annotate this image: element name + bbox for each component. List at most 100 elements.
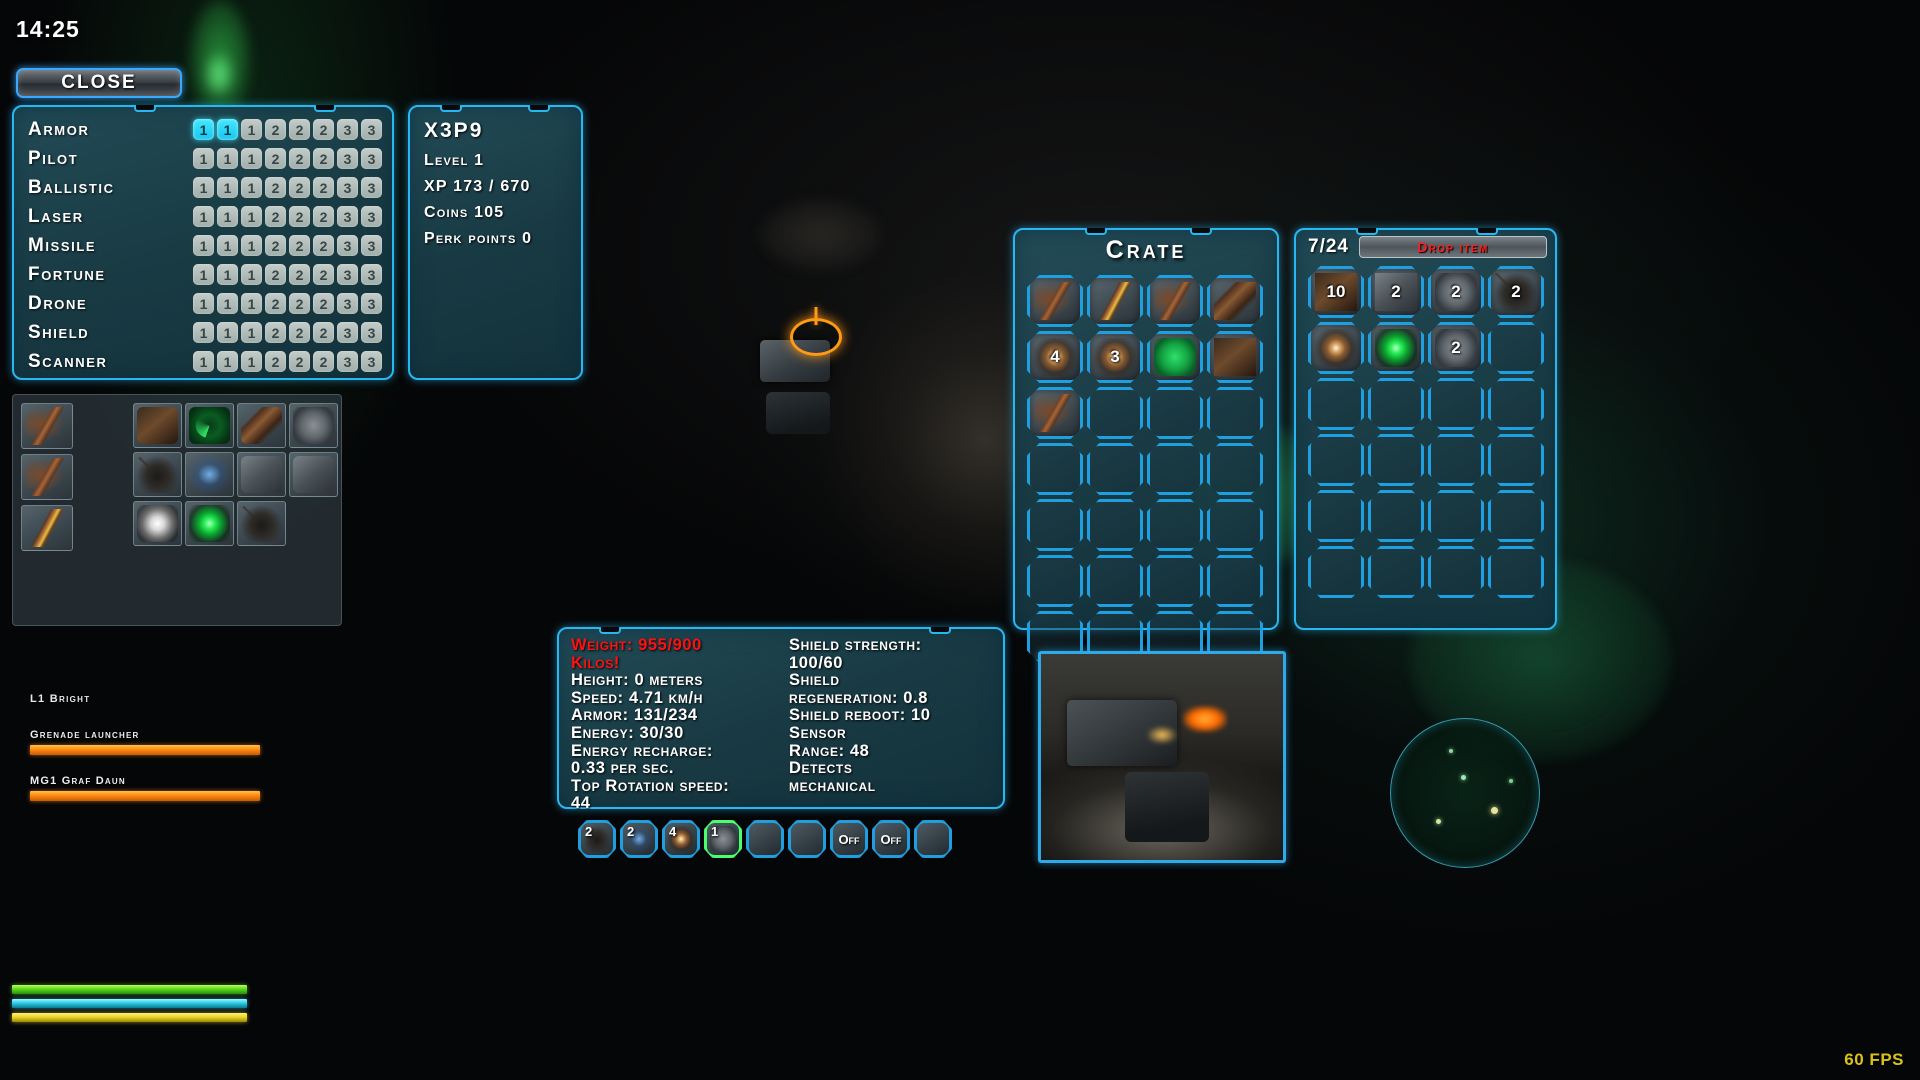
equipment-module-slot[interactable] [185, 403, 234, 448]
perk-cell[interactable]: 1 [217, 177, 238, 198]
perk-cell[interactable]: 3 [337, 206, 358, 227]
inventory-item-slot[interactable] [1488, 434, 1544, 486]
inventory-item-slot[interactable] [1488, 546, 1544, 598]
crate-item-slot[interactable] [1027, 275, 1083, 327]
perk-cell[interactable]: 1 [217, 119, 238, 140]
inventory-item-slot[interactable] [1368, 322, 1424, 374]
perk-cell[interactable]: 1 [217, 235, 238, 256]
inventory-item-slot[interactable]: 2 [1368, 266, 1424, 318]
equipment-module-slot[interactable] [133, 452, 182, 497]
perk-cell[interactable]: 1 [193, 322, 214, 343]
perk-cell[interactable]: 1 [241, 235, 262, 256]
perk-cell[interactable]: 2 [289, 235, 310, 256]
perk-cell[interactable]: 2 [265, 119, 286, 140]
perk-cell[interactable]: 2 [313, 177, 334, 198]
inventory-item-slot[interactable]: 2 [1488, 266, 1544, 318]
perk-cell[interactable]: 2 [265, 177, 286, 198]
perk-cell[interactable]: 2 [289, 119, 310, 140]
perk-cell[interactable]: 1 [217, 351, 238, 372]
perk-cell[interactable]: 1 [193, 177, 214, 198]
perk-cell[interactable]: 3 [361, 235, 382, 256]
crate-item-slot[interactable] [1027, 387, 1083, 439]
perk-cell[interactable]: 1 [193, 206, 214, 227]
inventory-item-slot[interactable] [1488, 378, 1544, 430]
perk-cell[interactable]: 1 [193, 293, 214, 314]
perk-cell[interactable]: 2 [313, 148, 334, 169]
inventory-item-slot[interactable] [1428, 490, 1484, 542]
equipment-module-slot[interactable] [289, 452, 338, 497]
inventory-item-slot[interactable]: 10 [1308, 266, 1364, 318]
perk-cell[interactable]: 3 [361, 148, 382, 169]
perk-cell[interactable]: 1 [241, 264, 262, 285]
perk-cell[interactable]: 2 [313, 264, 334, 285]
perk-cell[interactable]: 3 [361, 177, 382, 198]
hotbar-slot[interactable] [914, 820, 952, 858]
perk-cell[interactable]: 1 [193, 148, 214, 169]
inventory-item-slot[interactable] [1428, 434, 1484, 486]
equipment-weapon-slot[interactable] [21, 403, 73, 449]
perk-cell[interactable]: 3 [337, 119, 358, 140]
inventory-item-slot[interactable] [1488, 322, 1544, 374]
crate-item-slot[interactable] [1147, 499, 1203, 551]
crate-item-slot[interactable] [1147, 275, 1203, 327]
crate-item-slot[interactable] [1207, 443, 1263, 495]
perk-cell[interactable]: 2 [313, 206, 334, 227]
perk-cell[interactable]: 2 [265, 264, 286, 285]
perk-cell[interactable]: 3 [337, 322, 358, 343]
hotbar-slot[interactable]: 4 [662, 820, 700, 858]
equipment-module-slot[interactable] [185, 452, 234, 497]
perk-cell[interactable]: 1 [193, 351, 214, 372]
perk-cell[interactable]: 1 [241, 293, 262, 314]
equipment-module-slot[interactable] [237, 501, 286, 546]
perk-cell[interactable]: 1 [241, 351, 262, 372]
perk-cell[interactable]: 3 [337, 264, 358, 285]
perk-cell[interactable]: 3 [337, 293, 358, 314]
crate-item-slot[interactable] [1087, 443, 1143, 495]
crate-item-slot[interactable] [1087, 555, 1143, 607]
perk-cell[interactable]: 2 [313, 351, 334, 372]
perk-cell[interactable]: 3 [337, 235, 358, 256]
equipment-module-slot[interactable] [289, 403, 338, 448]
inventory-item-slot[interactable]: 2 [1428, 322, 1484, 374]
equipment-module-slot[interactable] [237, 452, 286, 497]
perk-cell[interactable]: 3 [361, 119, 382, 140]
perk-cell[interactable]: 1 [193, 264, 214, 285]
crate-item-slot[interactable] [1207, 331, 1263, 383]
inventory-item-slot[interactable] [1308, 322, 1364, 374]
perk-cell[interactable]: 3 [337, 351, 358, 372]
perk-cell[interactable]: 2 [265, 351, 286, 372]
hotbar-slot[interactable] [788, 820, 826, 858]
perk-cell[interactable]: 1 [241, 148, 262, 169]
inventory-item-slot[interactable] [1308, 434, 1364, 486]
inventory-item-slot[interactable] [1308, 378, 1364, 430]
perk-cell[interactable]: 1 [241, 119, 262, 140]
crate-item-slot[interactable] [1147, 331, 1203, 383]
crate-item-slot[interactable] [1087, 499, 1143, 551]
close-button[interactable]: Close [16, 68, 182, 98]
hotbar-slot[interactable] [746, 820, 784, 858]
perk-cell[interactable]: 3 [337, 148, 358, 169]
crate-item-slot[interactable] [1207, 275, 1263, 327]
crate-item-slot[interactable] [1147, 555, 1203, 607]
hotbar-slot[interactable]: Off [872, 820, 910, 858]
perk-cell[interactable]: 2 [265, 235, 286, 256]
perk-cell[interactable]: 1 [217, 264, 238, 285]
crate-item-slot[interactable] [1027, 443, 1083, 495]
equipment-weapon-slot[interactable] [21, 505, 73, 551]
perk-cell[interactable]: 2 [265, 293, 286, 314]
perk-cell[interactable]: 1 [241, 206, 262, 227]
inventory-item-slot[interactable] [1428, 546, 1484, 598]
equipment-module-slot[interactable] [133, 403, 182, 448]
perk-cell[interactable]: 1 [193, 119, 214, 140]
perk-cell[interactable]: 1 [217, 293, 238, 314]
inventory-item-slot[interactable]: 2 [1428, 266, 1484, 318]
inventory-item-slot[interactable] [1368, 546, 1424, 598]
perk-cell[interactable]: 2 [289, 177, 310, 198]
perk-cell[interactable]: 2 [289, 351, 310, 372]
crate-item-slot[interactable] [1207, 387, 1263, 439]
perk-cell[interactable]: 2 [265, 148, 286, 169]
perk-cell[interactable]: 2 [289, 322, 310, 343]
perk-cell[interactable]: 1 [217, 206, 238, 227]
perk-cell[interactable]: 1 [217, 148, 238, 169]
crate-item-slot[interactable]: 4 [1027, 331, 1083, 383]
